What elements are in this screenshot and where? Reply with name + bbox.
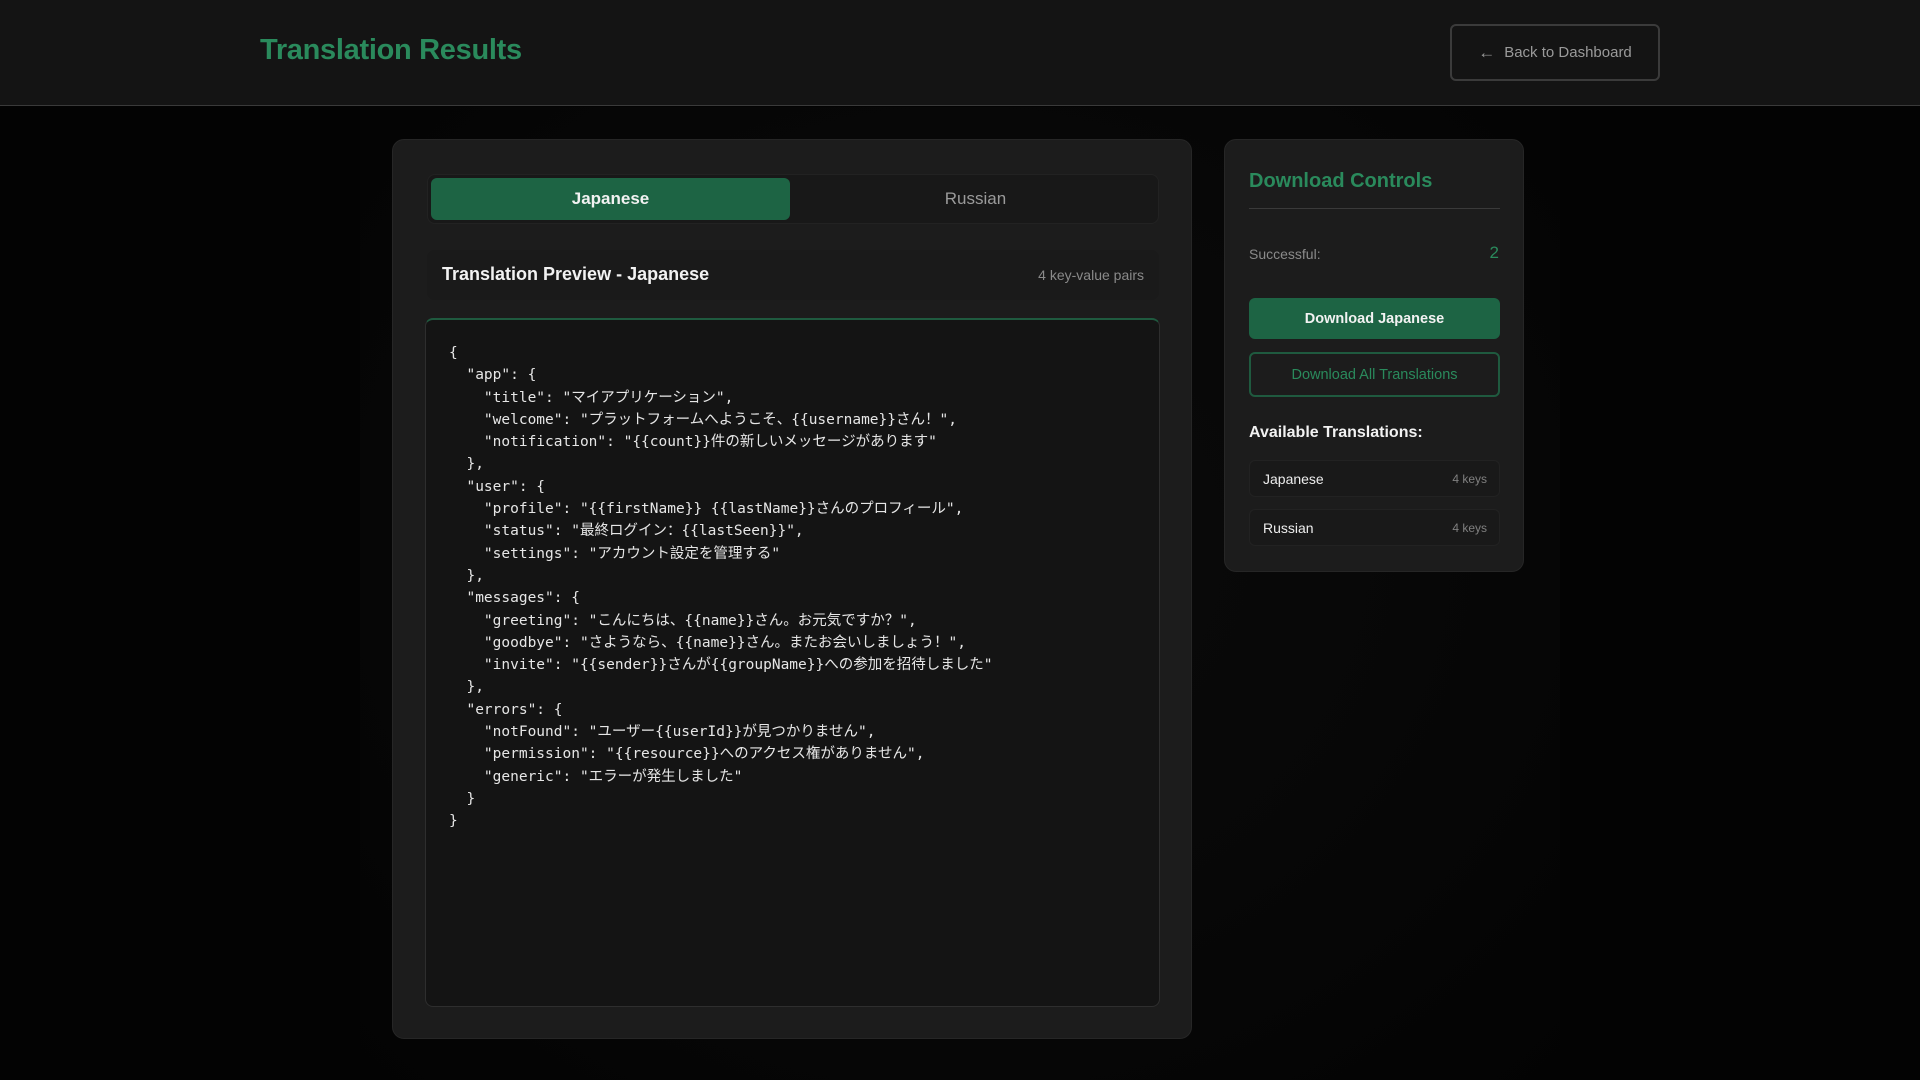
translation-panel: Japanese Russian Translation Preview - J… [392, 139, 1192, 1039]
arrow-left-icon: ← [1478, 43, 1496, 62]
back-button-label: Back to Dashboard [1504, 44, 1632, 61]
successful-label: Successful: [1249, 246, 1321, 262]
preview-header: Translation Preview - Japanese 4 key-val… [427, 250, 1159, 300]
top-bar: Translation Results ← Back to Dashboard [0, 0, 1920, 106]
download-controls-title: Download Controls [1249, 170, 1433, 192]
download-controls-panel: Download Controls Successful: 2 Download… [1224, 139, 1524, 572]
available-item-name: Russian [1263, 520, 1314, 536]
available-item-japanese[interactable]: Japanese 4 keys [1249, 460, 1500, 497]
json-code: { "app": { "title": "マイアプリケーション", "welco… [449, 345, 993, 830]
back-to-dashboard-button[interactable]: ← Back to Dashboard [1450, 24, 1660, 81]
download-all-button[interactable]: Download All Translations [1249, 352, 1500, 397]
json-preview[interactable]: { "app": { "title": "マイアプリケーション", "welco… [425, 318, 1160, 1007]
download-japanese-button[interactable]: Download Japanese [1249, 298, 1500, 339]
available-item-name: Japanese [1263, 471, 1324, 487]
tab-japanese[interactable]: Japanese [431, 178, 790, 220]
available-item-russian[interactable]: Russian 4 keys [1249, 509, 1500, 546]
available-item-keys: 4 keys [1452, 472, 1487, 486]
successful-count: 2 [1489, 243, 1499, 262]
page-title: Translation Results [260, 34, 522, 66]
preview-title: Translation Preview - Japanese [442, 264, 710, 284]
tab-russian[interactable]: Russian [796, 178, 1155, 220]
available-item-keys: 4 keys [1452, 521, 1487, 535]
available-translations-title: Available Translations: [1249, 424, 1423, 441]
key-value-count: 4 key-value pairs [1038, 267, 1144, 283]
language-tabs: Japanese Russian [427, 174, 1159, 224]
divider [1249, 208, 1500, 209]
